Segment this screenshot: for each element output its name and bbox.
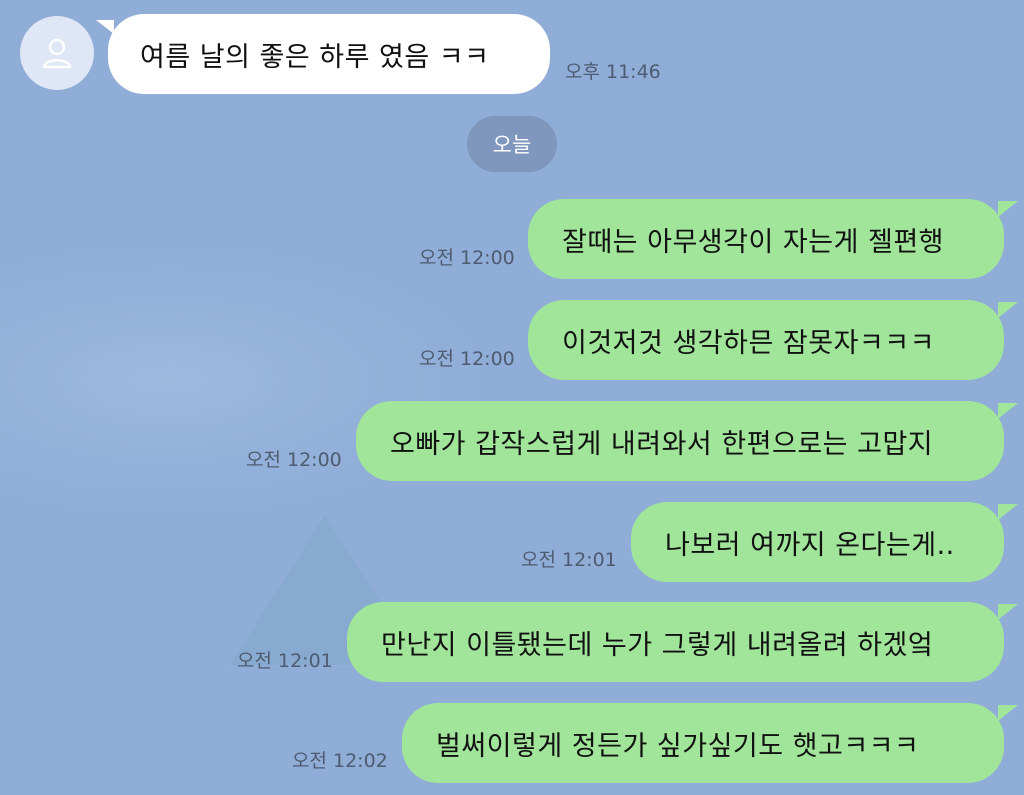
message-timestamp: 오전 12:01 xyxy=(237,650,333,672)
message-text: 오빠가 갑작스럽게 내려와서 한편으로는 고맙지 xyxy=(390,428,934,460)
message-text: 벌써이렇게 정든가 싶가싶기도 햇고ㅋㅋㅋ xyxy=(436,730,920,762)
message-timestamp: 오후 11:46 xyxy=(565,61,661,83)
person-icon xyxy=(42,38,72,69)
message-text: 이것저것 생각하믄 잠못자ㅋㅋㅋ xyxy=(562,327,935,359)
outgoing-message-bubble[interactable]: 오빠가 갑작스럽게 내려와서 한편으로는 고맙지 xyxy=(356,401,1018,481)
bubble-tail xyxy=(998,705,1018,721)
message-timestamp: 오전 12:00 xyxy=(246,449,342,471)
bubble-tail xyxy=(998,403,1018,419)
outgoing-message-bubble[interactable]: 만난지 이틀됐는데 누가 그렇게 내려올려 하겠엌 xyxy=(347,602,1018,682)
outgoing-message-bubble[interactable]: 벌써이렇게 정든가 싶가싶기도 햇고ㅋㅋㅋ xyxy=(402,703,1018,783)
message-timestamp: 오전 12:01 xyxy=(521,549,617,571)
message-timestamp: 오전 12:00 xyxy=(419,348,515,370)
outgoing-message-bubble[interactable]: 나보러 여까지 온다는게.. xyxy=(631,502,1018,582)
date-separator: 오늘 xyxy=(467,116,557,172)
bubble-tail xyxy=(998,504,1018,520)
bubble-tail xyxy=(998,201,1018,217)
sender-avatar[interactable] xyxy=(20,16,94,90)
outgoing-message-bubble[interactable]: 이것저것 생각하믄 잠못자ㅋㅋㅋ xyxy=(528,300,1018,380)
message-text: 만난지 이틀됐는데 누가 그렇게 내려올려 하겠엌 xyxy=(381,629,934,661)
message-timestamp: 오전 12:02 xyxy=(292,750,388,772)
message-text: 나보러 여까지 온다는게.. xyxy=(665,529,955,561)
message-timestamp: 오전 12:00 xyxy=(419,247,515,269)
bubble-tail xyxy=(998,604,1018,620)
outgoing-message-bubble[interactable]: 잘때는 아무생각이 자는게 젤편행 xyxy=(528,199,1018,279)
bubble-tail xyxy=(96,20,114,34)
incoming-message-bubble[interactable]: 여름 날의 좋은 하루 였음 ㅋㅋ xyxy=(96,14,550,94)
message-text: 여름 날의 좋은 하루 였음 ㅋㅋ xyxy=(140,41,490,73)
message-text: 잘때는 아무생각이 자는게 젤편행 xyxy=(562,226,945,258)
bubble-tail xyxy=(998,302,1018,318)
